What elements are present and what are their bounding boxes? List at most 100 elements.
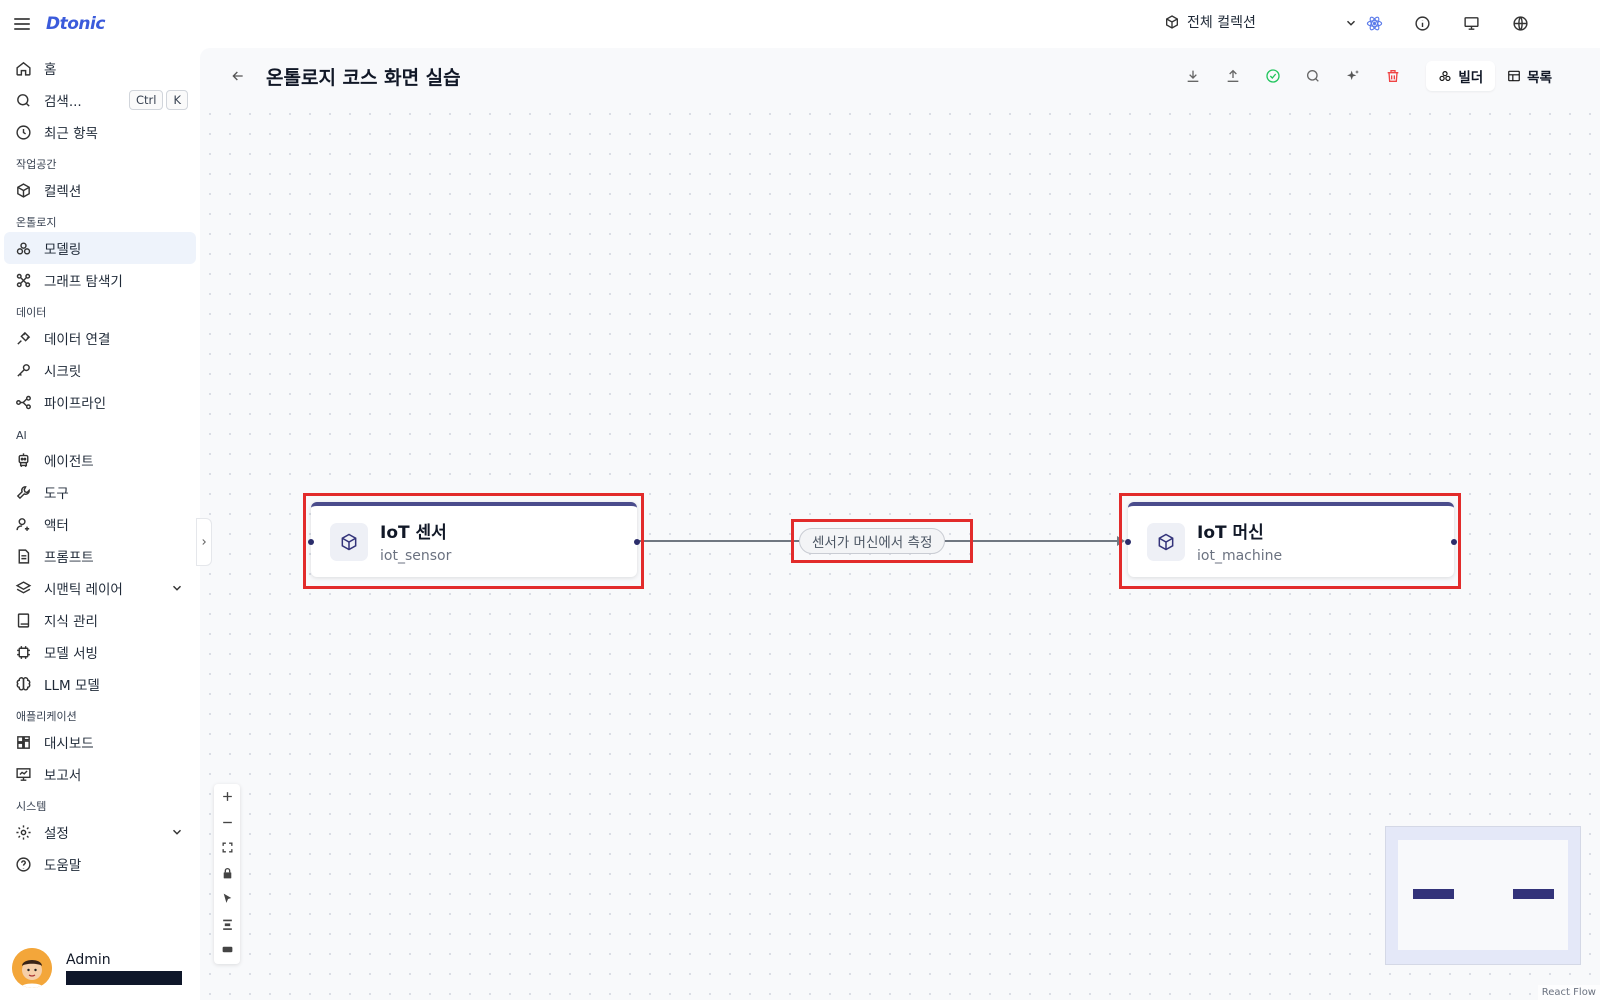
page-header: 온톨로지 코스 화면 실습 빌더 목록	[200, 48, 1600, 104]
sidebar-collapse-toggle[interactable]	[196, 518, 212, 566]
layers-icon	[14, 579, 32, 597]
sidebar-item-label: 액터	[44, 518, 69, 534]
sidebar-item-collection[interactable]: 컬렉션	[4, 174, 196, 206]
edge-label[interactable]: 센서가 머신에서 측정	[799, 528, 946, 554]
user-gear-icon	[14, 515, 32, 533]
sidebar-item-tool[interactable]: 도구	[4, 476, 196, 508]
sidebar-item-label: 시크릿	[44, 364, 82, 380]
minimap-viewport	[1398, 840, 1568, 950]
sidebar-item-modeling[interactable]: 모델링	[4, 232, 196, 264]
edge-arrow-icon	[1117, 536, 1125, 546]
menu-icon[interactable]	[14, 18, 30, 30]
sidebar-item-search[interactable]: 검색... Ctrl K	[4, 84, 196, 116]
sidebar-item-dashboard[interactable]: 대시보드	[4, 726, 196, 758]
robot-icon	[14, 451, 32, 469]
help-icon	[14, 855, 32, 873]
align-icon[interactable]	[214, 912, 240, 938]
user-profile[interactable]: Admin	[12, 948, 182, 988]
node-title: IoT 센서	[380, 523, 447, 543]
sidebar-item-semantic-layer[interactable]: 시맨틱 레이어	[4, 572, 196, 604]
node-handle-right[interactable]	[634, 539, 640, 545]
sidebar-item-help[interactable]: 도움말	[4, 848, 196, 880]
sidebar-item-graph-explorer[interactable]: 그래프 탐색기	[4, 264, 196, 296]
sidebar-item-label: 도구	[44, 486, 69, 502]
globe-icon[interactable]	[1511, 14, 1529, 32]
sidebar-item-llm-model[interactable]: LLM 모델	[4, 668, 196, 700]
sidebar-item-label: 보고서	[44, 768, 82, 784]
kbd-ctrl: Ctrl	[128, 90, 164, 110]
chevron-down-icon[interactable]	[170, 581, 184, 595]
wrench-icon	[14, 483, 32, 501]
book-icon	[14, 611, 32, 629]
sidebar-item-agent[interactable]: 에이전트	[4, 444, 196, 476]
node-handle-right[interactable]	[1451, 539, 1457, 545]
sidebar-item-settings[interactable]: 설정	[4, 816, 196, 848]
modeling-icon	[14, 239, 32, 257]
collection-select[interactable]: 전체 컬렉션	[1164, 12, 1256, 32]
sidebar-item-secret[interactable]: 시크릿	[4, 354, 196, 386]
sidebar-item-label: 프롬프트	[44, 550, 94, 566]
sidebar-item-prompt[interactable]: 프롬프트	[4, 540, 196, 572]
chevron-down-icon[interactable]	[170, 825, 184, 839]
trash-icon[interactable]	[1378, 61, 1408, 91]
table-icon	[1508, 70, 1520, 82]
header-actions: 빌더 목록	[1168, 61, 1564, 91]
sidebar-item-label: 그래프 탐색기	[44, 274, 123, 290]
sidebar-header: Dtonic	[0, 0, 200, 48]
entity-node-iot-sensor[interactable]: IoT 센서 iot_sensor	[308, 502, 640, 577]
sidebar: Dtonic 홈 검색... Ctrl K 최근 항목 작업공간 컬렉션 온톨로…	[0, 0, 200, 1000]
node-subtitle: iot_machine	[1197, 548, 1283, 564]
sidebar-item-data-connection[interactable]: 데이터 연결	[4, 322, 196, 354]
minimap-toggle-icon[interactable]	[214, 937, 240, 963]
node-handle-left[interactable]	[1125, 539, 1131, 545]
check-circle-icon[interactable]	[1258, 61, 1288, 91]
sidebar-item-label: 도움말	[44, 858, 82, 874]
gear-icon	[14, 823, 32, 841]
top-bar: 전체 컬렉션	[200, 0, 1600, 48]
info-icon[interactable]	[1413, 14, 1431, 32]
sidebar-item-knowledge[interactable]: 지식 관리	[4, 604, 196, 636]
builder-view-button[interactable]: 빌더	[1426, 61, 1496, 91]
sidebar-item-label: 컬렉션	[44, 184, 82, 200]
user-name: Admin	[66, 951, 111, 968]
sidebar-nav: 홈 검색... Ctrl K 최근 항목 작업공간 컬렉션 온톨로지 모델링 그…	[0, 48, 200, 880]
zoom-in-icon[interactable]	[214, 784, 240, 810]
sidebar-item-recent[interactable]: 최근 항목	[4, 116, 196, 148]
cube-icon	[1166, 15, 1178, 29]
download-icon[interactable]	[1178, 61, 1208, 91]
lock-icon[interactable]	[214, 861, 240, 887]
document-icon	[14, 547, 32, 565]
chevron-down-icon[interactable]	[1344, 16, 1358, 30]
zoom-out-icon[interactable]	[214, 810, 240, 836]
sidebar-item-report[interactable]: 보고서	[4, 758, 196, 790]
page-title: 온톨로지 코스 화면 실습	[266, 66, 461, 89]
react-icon[interactable]	[1365, 14, 1383, 32]
flow-canvas[interactable]: 센서가 머신에서 측정 IoT 센서 iot_sensor IoT 머신 iot…	[200, 104, 1600, 1000]
sidebar-item-actor[interactable]: 액터	[4, 508, 196, 540]
sidebar-item-home[interactable]: 홈	[4, 52, 196, 84]
sidebar-item-pipeline[interactable]: 파이프라인	[4, 386, 196, 418]
presentation-icon	[14, 765, 32, 783]
plug-icon	[14, 329, 32, 347]
minimap[interactable]	[1385, 826, 1581, 965]
home-icon	[14, 59, 32, 77]
cube-icon	[330, 523, 368, 561]
search-icon[interactable]	[1298, 61, 1328, 91]
builder-view-label: 빌더	[1458, 70, 1484, 86]
graph-icon	[14, 271, 32, 289]
monitor-icon[interactable]	[1462, 14, 1480, 32]
list-view-button[interactable]: 목록	[1495, 61, 1564, 91]
sidebar-item-label: 설정	[44, 826, 69, 842]
pointer-icon[interactable]	[214, 886, 240, 912]
upload-icon[interactable]	[1218, 61, 1248, 91]
chip-icon	[14, 643, 32, 661]
app-logo[interactable]: Dtonic	[46, 14, 105, 34]
react-flow-attribution[interactable]: React Flow	[1537, 985, 1600, 1000]
sidebar-item-model-serving[interactable]: 모델 서빙	[4, 636, 196, 668]
brain-icon	[14, 675, 32, 693]
sparkles-icon[interactable]	[1338, 61, 1368, 91]
fit-view-icon[interactable]	[214, 835, 240, 861]
back-arrow-icon[interactable]	[230, 68, 246, 84]
node-handle-left[interactable]	[308, 539, 314, 545]
entity-node-iot-machine[interactable]: IoT 머신 iot_machine	[1125, 502, 1457, 577]
